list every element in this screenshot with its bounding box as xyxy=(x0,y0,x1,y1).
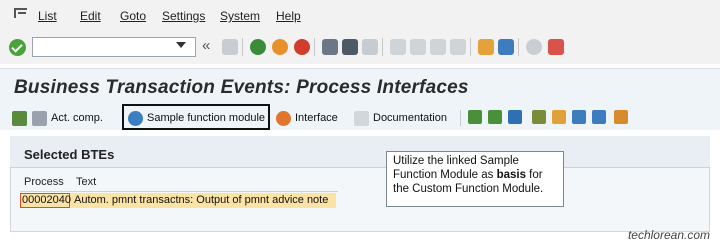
grid-icon[interactable] xyxy=(614,110,628,124)
menu-bar xyxy=(0,0,720,30)
column-header-text: Text xyxy=(76,176,97,188)
command-field[interactable] xyxy=(32,37,196,57)
previous-page-icon[interactable] xyxy=(410,39,426,55)
sample-function-module-label: Sample function module xyxy=(147,112,266,124)
double-chevron-left-icon[interactable]: « xyxy=(202,37,210,54)
documentation-button[interactable]: Documentation xyxy=(354,107,447,129)
process-cell[interactable]: 00002040 xyxy=(20,193,71,208)
act-comp-button[interactable]: Act. comp. xyxy=(32,107,103,129)
menu-settings[interactable]: Settings xyxy=(162,9,205,23)
separator xyxy=(382,38,383,56)
print-icon[interactable] xyxy=(322,39,338,55)
menu-goto[interactable]: Goto xyxy=(120,9,146,23)
menu-edit[interactable]: Edit xyxy=(80,9,101,23)
totals-icon[interactable] xyxy=(592,110,606,124)
find-icon[interactable] xyxy=(342,39,358,55)
menu-system[interactable]: System xyxy=(220,9,260,23)
act-comp-label: Act. comp. xyxy=(51,112,103,124)
menu-help[interactable]: Help xyxy=(276,9,301,23)
sample-function-icon xyxy=(128,110,143,126)
cancel-icon[interactable] xyxy=(294,39,310,55)
layout-icon[interactable] xyxy=(552,110,566,124)
command-dropdown-icon[interactable] xyxy=(176,42,186,48)
shortcut-icon[interactable] xyxy=(498,39,514,55)
first-page-icon[interactable] xyxy=(390,39,406,55)
text-cell[interactable]: Autom. pmnt transactns: Output of pmnt a… xyxy=(74,194,328,206)
separator xyxy=(314,38,315,56)
interface-label: Interface xyxy=(295,112,338,124)
sample-function-module-button[interactable]: Sample function module xyxy=(128,107,265,129)
menu-list[interactable]: List xyxy=(38,9,57,23)
menu-icon[interactable] xyxy=(14,8,27,18)
section-header xyxy=(10,136,710,168)
separator xyxy=(470,38,471,56)
separator xyxy=(518,38,519,56)
back-icon[interactable] xyxy=(250,39,266,55)
create-session-icon[interactable] xyxy=(478,39,494,55)
section-title: Selected BTEs xyxy=(24,147,115,162)
last-page-icon[interactable] xyxy=(450,39,466,55)
display-icon-button[interactable] xyxy=(12,107,27,129)
save-icon[interactable] xyxy=(222,39,238,55)
details-icon[interactable] xyxy=(572,110,586,124)
next-page-icon[interactable] xyxy=(430,39,446,55)
watermark: techlorean.com xyxy=(627,228,710,242)
documentation-label: Documentation xyxy=(373,112,447,124)
column-header-process: Process xyxy=(24,176,64,188)
separator xyxy=(460,110,461,126)
exit-icon[interactable] xyxy=(272,39,288,55)
callout-bold: basis xyxy=(496,169,526,181)
separator xyxy=(242,38,243,56)
page-title: Business Transaction Events: Process Int… xyxy=(14,77,469,98)
sort-descending-icon[interactable] xyxy=(488,110,502,124)
filter-icon[interactable] xyxy=(508,110,522,124)
enter-check-icon[interactable] xyxy=(9,39,26,56)
header-divider xyxy=(20,191,338,192)
customize-layout-icon[interactable] xyxy=(548,39,564,55)
magnifier-icon xyxy=(12,110,27,126)
find-next-icon[interactable] xyxy=(362,39,378,55)
interface-button[interactable]: Interface xyxy=(276,107,338,129)
export-icon[interactable] xyxy=(532,110,546,124)
glasses-icon xyxy=(32,110,47,126)
interface-icon xyxy=(276,110,291,126)
annotation-callout: Utilize the linked Sample Function Modul… xyxy=(386,151,564,207)
documentation-icon xyxy=(354,110,369,126)
help-icon[interactable] xyxy=(526,39,542,55)
sort-ascending-icon[interactable] xyxy=(468,110,482,124)
